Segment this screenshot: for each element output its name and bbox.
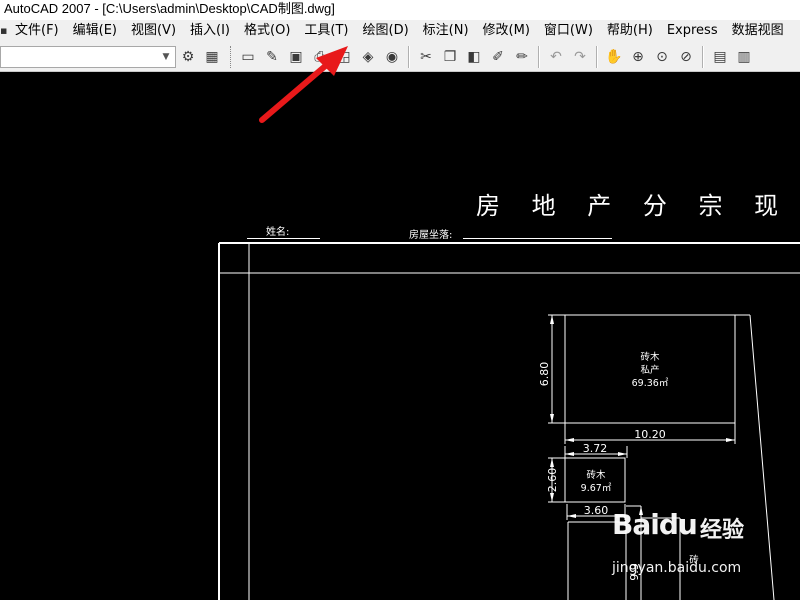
open-icon[interactable]: ✎ (261, 46, 283, 68)
print-icon[interactable]: ⎙ (309, 46, 331, 68)
undo-icon[interactable]: ↶ (545, 46, 567, 68)
cut-icon[interactable]: ✂ (415, 46, 437, 68)
toolbar-grip[interactable] (230, 45, 234, 68)
dim-3-72: 3.72 (583, 442, 608, 455)
menu-bar: ▪ 文件(F) 编辑(E) 视图(V) 插入(I) 格式(O) 工具(T) 绘图… (0, 20, 800, 42)
window-title: AutoCAD 2007 - [C:\Users\admin\Desktop\C… (0, 0, 800, 20)
watermark-url: jingyan.baidu.com (612, 560, 742, 576)
paste-icon[interactable]: ◧ (463, 46, 485, 68)
menu-window[interactable]: 窗口(W) (537, 21, 600, 41)
zoom-window-icon[interactable]: ⊙ (651, 46, 673, 68)
menu-insert[interactable]: 插入(I) (183, 21, 237, 41)
menu-tools[interactable]: 工具(T) (297, 21, 355, 41)
save-icon[interactable]: ▣ (285, 46, 307, 68)
menu-format[interactable]: 格式(O) (237, 21, 297, 41)
zoom-previous-icon[interactable]: ⊘ (675, 46, 697, 68)
dim-3-60: 3.60 (584, 504, 609, 517)
block-editor-icon[interactable]: ✏ (511, 46, 533, 68)
menu-edit[interactable]: 编辑(E) (66, 21, 124, 41)
menu-file[interactable]: 文件(F) (8, 21, 66, 41)
watermark-text: 经验 (700, 518, 745, 543)
properties-icon[interactable]: ▤ (709, 46, 731, 68)
toolbar-separator (538, 45, 540, 68)
dim-2-60: 2.60 (546, 468, 559, 493)
menu-modify[interactable]: 修改(M) (476, 21, 537, 41)
room-main-area: 69.36㎡ (632, 378, 669, 389)
dim-6-80: 6.80 (538, 362, 551, 387)
print-preview-icon[interactable]: ◲ (333, 46, 355, 68)
menu-help[interactable]: 帮助(H) (600, 21, 660, 41)
room-main-material: 砖木 (640, 351, 660, 363)
toolbar-separator (596, 45, 598, 68)
room-small-area: 9.67㎡ (581, 483, 612, 494)
standard-toolbar: ▼ ⚙ ▦ ▭ ✎ ▣ ⎙ ◲ ◈ ◉ ✂ ❐ ◧ ✐ ✏ ↶ ↷ ✋ ⊕ ⊙ … (0, 42, 800, 72)
watermark: Baidu 经验 jingyan.baidu.com (612, 508, 792, 588)
new-icon[interactable]: ▭ (237, 46, 259, 68)
pan-icon[interactable]: ✋ (603, 46, 625, 68)
menu-dimension[interactable]: 标注(N) (416, 21, 476, 41)
plot-icon[interactable]: ◉ (381, 46, 403, 68)
layer-previous-icon[interactable]: ▦ (201, 46, 223, 68)
menu-dataview[interactable]: 数据视图 (725, 21, 791, 41)
baidu-logo: Baidu (612, 508, 698, 541)
dim-10-20: 10.20 (634, 428, 666, 441)
redo-icon[interactable]: ↷ (569, 46, 591, 68)
menu-express[interactable]: Express (660, 21, 725, 41)
app-menu-icon[interactable]: ▪ (0, 25, 8, 37)
toolbar-separator (408, 45, 410, 68)
chevron-down-icon[interactable]: ▼ (159, 50, 173, 64)
layer-states-icon[interactable]: ⚙ (177, 46, 199, 68)
copy-icon[interactable]: ❐ (439, 46, 461, 68)
publish-icon[interactable]: ◈ (357, 46, 379, 68)
room-small-material: 砖木 (586, 469, 606, 481)
menu-view[interactable]: 视图(V) (124, 21, 183, 41)
design-center-icon[interactable]: ▥ (733, 46, 755, 68)
room-main-ownership: 私产 (640, 364, 659, 376)
zoom-realtime-icon[interactable]: ⊕ (627, 46, 649, 68)
menu-draw[interactable]: 绘图(D) (356, 21, 416, 41)
match-properties-icon[interactable]: ✐ (487, 46, 509, 68)
toolbar-separator (702, 45, 704, 68)
layer-combo[interactable]: ▼ (0, 45, 176, 68)
